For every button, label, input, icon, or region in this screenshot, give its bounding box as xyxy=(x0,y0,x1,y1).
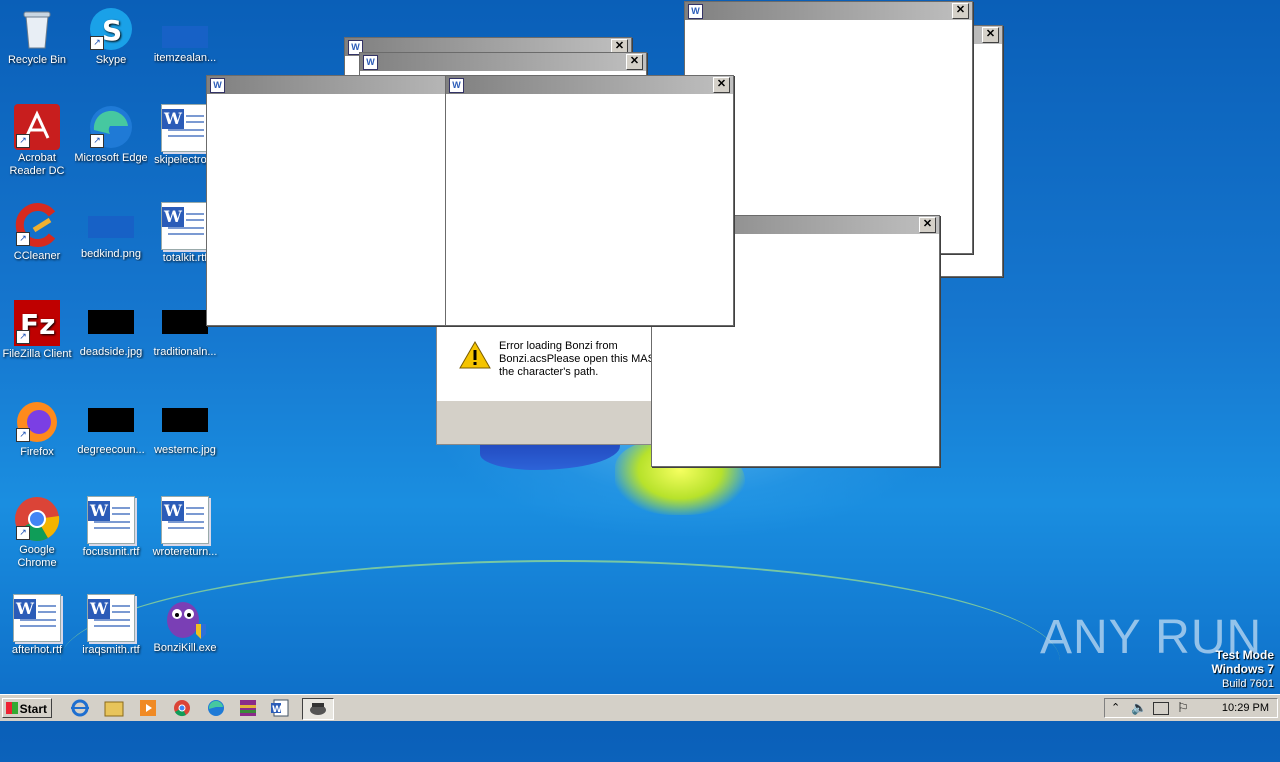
desktop-icon-westernc[interactable]: westernc.jpg xyxy=(148,398,222,457)
skype-icon: S ↗ xyxy=(88,6,134,52)
close-button[interactable]: ✕ xyxy=(626,54,643,70)
image-thumbnail-icon xyxy=(88,216,134,238)
desktop-icon-acrobat[interactable]: ↗ Acrobat Reader DC xyxy=(0,104,74,178)
image-thumbnail-icon xyxy=(88,310,134,334)
close-button[interactable]: ✕ xyxy=(982,27,999,43)
desktop-icon-iraqsmith[interactable]: W iraqsmith.rtf xyxy=(74,594,148,657)
image-thumbnail-icon xyxy=(162,310,208,334)
start-button[interactable]: Start xyxy=(2,698,52,718)
close-button[interactable]: ✕ xyxy=(713,77,730,93)
build-label: Build 7601 xyxy=(1222,678,1274,690)
test-mode-label: Test Mode xyxy=(1215,648,1274,662)
window-titlebar[interactable]: W ✕ xyxy=(446,76,733,94)
system-tray: ⌃ 🔈 ⚐ 10:29 PM xyxy=(1104,698,1278,718)
close-button[interactable]: ✕ xyxy=(919,217,936,233)
shortcut-arrow-icon: ↗ xyxy=(16,232,30,246)
desktop-icon-focusunit[interactable]: W focusunit.rtf xyxy=(74,496,148,559)
agent-taskbar-icon[interactable] xyxy=(302,698,334,720)
windows-logo-icon xyxy=(6,702,18,714)
word-doc-icon: W xyxy=(161,496,209,544)
flag-icon[interactable]: ⚐ xyxy=(1177,700,1189,716)
chrome-icon[interactable] xyxy=(170,698,194,718)
dialog-button-area xyxy=(437,401,653,444)
edge-icon[interactable] xyxy=(204,698,228,718)
network-icon[interactable] xyxy=(1153,702,1169,715)
shortcut-arrow-icon: ↗ xyxy=(90,36,104,50)
word-doc-icon: W xyxy=(87,496,135,544)
window-titlebar[interactable]: W ✕ xyxy=(685,2,972,20)
ccleaner-icon: ↗ xyxy=(14,202,60,248)
wallpaper-curve xyxy=(60,560,1060,762)
word-app-icon: W xyxy=(449,78,464,93)
word-doc-icon: W xyxy=(87,594,135,642)
svg-text:S: S xyxy=(102,14,122,47)
desktop-icon-filezilla[interactable]: Fz ↗ FileZilla Client xyxy=(0,300,74,361)
desktop-icon-recycle-bin[interactable]: Recycle Bin xyxy=(0,6,74,67)
desktop-icon-deadside[interactable]: deadside.jpg xyxy=(74,300,148,359)
chevron-up-icon[interactable]: ⌃ xyxy=(1111,701,1120,714)
windows-version-label: Windows 7 xyxy=(1211,662,1274,676)
clock[interactable]: 10:29 PM xyxy=(1222,702,1269,714)
acrobat-icon: ↗ xyxy=(14,104,60,150)
shortcut-arrow-icon: ↗ xyxy=(16,428,30,442)
svg-text:W: W xyxy=(272,705,282,715)
shortcut-arrow-icon: ↗ xyxy=(16,134,30,148)
word-app-icon: W xyxy=(210,78,225,93)
word-doc-icon: W xyxy=(13,594,61,642)
word-doc-icon: W xyxy=(161,104,209,152)
recycle-bin-icon xyxy=(14,6,60,52)
image-thumbnail-icon xyxy=(162,26,208,48)
desktop-icon-ccleaner[interactable]: ↗ CCleaner xyxy=(0,202,74,263)
edge-icon: ↗ xyxy=(88,104,134,150)
desktop-icon-chrome[interactable]: ↗ Google Chrome xyxy=(0,496,74,570)
window-titlebar[interactable]: W ✕ xyxy=(360,53,646,71)
desktop-icon-itemzealan[interactable]: itemzealan... xyxy=(148,6,222,65)
bonzi-error-dialog: Error loading Bonzi from Bonzi.acsPlease… xyxy=(436,325,654,445)
desktop-icon-afterhot[interactable]: W afterhot.rtf xyxy=(0,594,74,657)
desktop-icon-wrotereturn[interactable]: W wrotereturn... xyxy=(148,496,222,559)
shortcut-arrow-icon: ↗ xyxy=(90,134,104,148)
taskbar: Start W ⌃ 🔈 ⚐ 10:29 PM xyxy=(0,694,1280,721)
media-player-icon[interactable] xyxy=(136,698,160,718)
shortcut-arrow-icon: ↗ xyxy=(16,330,30,344)
shortcut-arrow-icon: ↗ xyxy=(16,526,30,540)
bonzi-purple-gorilla-icon xyxy=(162,594,208,640)
desktop-icon-edge[interactable]: ↗ Microsoft Edge xyxy=(74,104,148,165)
explorer-icon[interactable] xyxy=(102,698,126,718)
ie-icon[interactable] xyxy=(68,698,92,718)
warning-icon xyxy=(459,340,491,369)
image-thumbnail-icon xyxy=(88,408,134,432)
error-message: Error loading Bonzi from Bonzi.acsPlease… xyxy=(499,340,654,378)
filezilla-icon: Fz ↗ xyxy=(14,300,60,346)
image-thumbnail-icon xyxy=(162,408,208,432)
word-icon[interactable]: W xyxy=(268,698,292,718)
desktop-icon-skype[interactable]: S ↗ Skype xyxy=(74,6,148,67)
firefox-icon: ↗ xyxy=(14,398,60,444)
desktop-icon-firefox[interactable]: ↗ Firefox xyxy=(0,398,74,459)
desktop-icon-degreecoun[interactable]: degreecoun... xyxy=(74,398,148,457)
desktop-icon-bonzikill[interactable]: BonziKill.exe xyxy=(148,594,222,655)
chrome-icon: ↗ xyxy=(14,496,60,542)
speaker-icon[interactable]: 🔈 xyxy=(1131,700,1147,716)
word-app-icon: W xyxy=(688,4,703,19)
close-button[interactable]: ✕ xyxy=(952,3,969,19)
desktop-icon-bedkind[interactable]: bedkind.png xyxy=(74,202,148,261)
word-app-icon: W xyxy=(363,55,378,70)
blank-window-3[interactable]: W ✕ xyxy=(445,75,734,326)
word-doc-icon: W xyxy=(161,202,209,250)
winrar-icon[interactable] xyxy=(236,698,260,718)
